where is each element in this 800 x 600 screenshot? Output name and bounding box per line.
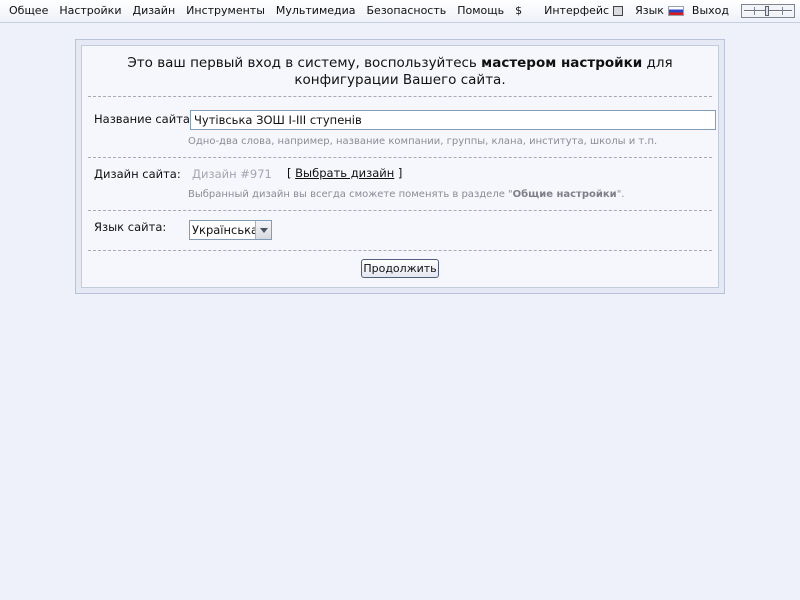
menu-item-design[interactable]: Дизайн (132, 0, 175, 22)
selected-design-name: Дизайн #971 (192, 167, 272, 181)
interface-menu[interactable]: Интерфейс (544, 0, 624, 22)
design-hint-start: Выбранный дизайн вы всегда сможете помен… (188, 189, 513, 200)
divider (88, 250, 712, 251)
menu-item-billing[interactable]: $ (515, 0, 522, 22)
width-slider[interactable] (741, 4, 795, 18)
divider (88, 157, 712, 158)
continue-button[interactable]: Продолжить (361, 259, 439, 278)
slider-tick (754, 7, 755, 15)
site-language-value: Українська (192, 223, 259, 237)
divider (88, 210, 712, 211)
setup-wizard-body: Это ваш первый вход в систему, воспользу… (81, 45, 719, 288)
russian-flag-icon (667, 6, 684, 16)
site-design-label: Дизайн сайта: (94, 167, 181, 181)
menu-item-settings[interactable]: Настройки (59, 0, 121, 22)
site-language-select[interactable]: Українська (189, 220, 272, 240)
site-name-input[interactable]: Чутівська ЗОШ І-ІІІ ступенів (190, 110, 716, 130)
main-menu: Общее Настройки Дизайн Инструменты Мульт… (9, 0, 533, 22)
menu-item-multimedia[interactable]: Мультимедиа (276, 0, 356, 22)
site-name-hint: Одно-два слова, например, название компа… (188, 136, 658, 147)
interface-window-icon (613, 6, 624, 16)
right-menu: Интерфейс Язык Выход (544, 0, 800, 22)
language-menu[interactable]: Язык (635, 0, 684, 22)
intro-text-start: Это ваш первый вход в систему, воспользу… (127, 55, 482, 71)
slider-thumb[interactable] (765, 6, 769, 16)
site-name-label: Название сайта: (94, 112, 194, 126)
menu-item-tools[interactable]: Инструменты (186, 0, 265, 22)
bracket-close: ] (394, 166, 403, 180)
language-label: Язык (635, 4, 664, 17)
bracket-open: [ (287, 166, 296, 180)
design-hint-section-name: Общие настройки (512, 189, 617, 200)
choose-design-link[interactable]: Выбрать дизайн (295, 166, 394, 180)
setup-wizard-panel: Это ваш первый вход в систему, воспользу… (75, 39, 725, 294)
design-hint: Выбранный дизайн вы всегда сможете помен… (188, 189, 624, 200)
intro-text-wizard-name: мастером настройки (481, 55, 643, 71)
top-menu-bar: Общее Настройки Дизайн Инструменты Мульт… (0, 0, 800, 23)
choose-design-control: [ Выбрать дизайн ] (287, 166, 402, 180)
divider (88, 96, 712, 97)
menu-item-help[interactable]: Помощь (457, 0, 504, 22)
menu-item-general[interactable]: Общее (9, 0, 48, 22)
menu-item-security[interactable]: Безопасность (367, 0, 447, 22)
exit-link[interactable]: Выход (692, 0, 729, 22)
wizard-intro-text: Это ваш первый вход в систему, воспользу… (82, 55, 718, 89)
slider-tick (782, 7, 783, 15)
design-hint-end: ". (616, 189, 625, 200)
interface-label: Интерфейс (544, 4, 610, 17)
chevron-down-icon[interactable] (255, 221, 271, 239)
site-language-label: Язык сайта: (94, 220, 167, 234)
